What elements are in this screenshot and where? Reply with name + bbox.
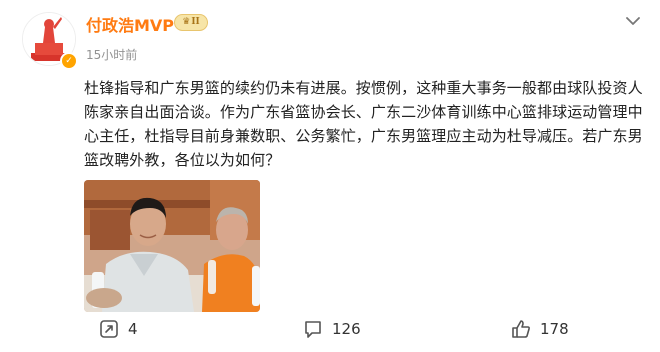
comment-count: 126 [332,320,361,338]
repost-icon [100,320,118,338]
verified-badge-icon: ✓ [60,52,78,70]
like-button[interactable]: 178 [510,318,569,340]
username[interactable]: 付政浩MVP [86,12,174,36]
comment-icon [305,321,321,338]
repost-button[interactable]: 4 [98,318,138,340]
post-photo[interactable] [84,180,260,312]
action-bar: 4 126 178 [0,316,660,344]
crown-icon: ♛ [182,17,191,27]
timestamp: 15小时前 [86,48,138,62]
repost-count: 4 [128,320,138,338]
chevron-down-icon[interactable] [624,12,642,30]
comment-button[interactable]: 126 [302,318,361,340]
vip-badge[interactable]: ♛ II [174,14,208,31]
vip-level: II [191,17,200,27]
like-count: 178 [540,320,569,338]
thumbs-up-icon [512,320,530,338]
post-text: 杜锋指导和广东男篮的续约仍未有进展。按惯例，这种重大事务一般都由球队投资人陈家亲… [84,79,643,169]
